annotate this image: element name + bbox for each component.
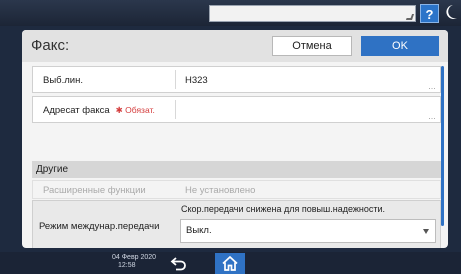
date-text: 04 Февр 2020 — [112, 254, 157, 261]
international-mode-select[interactable]: Выкл. — [180, 219, 436, 243]
ok-button[interactable]: OK — [361, 36, 439, 56]
moon-icon[interactable] — [444, 4, 458, 21]
line-select-value: H323 — [185, 75, 208, 86]
required-marker: ✱ Обязат. — [115, 105, 155, 115]
international-mode-selected: Выкл. — [186, 225, 212, 236]
back-icon[interactable] — [170, 255, 188, 271]
extended-functions-label: Расширенные функции — [43, 185, 146, 196]
chevron-down-icon — [423, 229, 429, 234]
fax-dialog: Факс: Отмена OK Выб.лин. H323 … Адресат … — [22, 30, 448, 248]
fax-destination-label-text: Адресат факса — [43, 105, 110, 116]
international-mode-label: Режим междунар.передачи — [39, 221, 160, 232]
top-status-bar: ? — [0, 0, 461, 26]
time-text: 12:58 — [118, 262, 136, 269]
home-icon — [222, 256, 238, 271]
line-select-label: Выб.лин. — [43, 75, 83, 86]
more-icon: … — [428, 82, 436, 91]
section-other: Другие — [32, 161, 441, 178]
fax-destination-row[interactable]: Адресат факса ✱ Обязат. … — [32, 96, 441, 123]
bottom-bar: 04 Февр 2020 12:58 — [0, 252, 461, 274]
scrollbar[interactable] — [441, 66, 444, 226]
dialog-title: Факс: — [31, 37, 70, 54]
cancel-button[interactable]: Отмена — [272, 36, 352, 56]
help-button[interactable]: ? — [420, 4, 439, 23]
home-button[interactable] — [215, 253, 245, 274]
divider — [175, 100, 176, 119]
fax-destination-label: Адресат факса ✱ Обязат. — [43, 105, 155, 116]
expand-icon — [405, 14, 415, 20]
extended-functions-row: Расширенные функции Не установлено — [32, 180, 441, 199]
status-message-field[interactable] — [209, 5, 416, 22]
dialog-header: Факс: Отмена OK — [22, 30, 448, 62]
extended-functions-value: Не установлено — [185, 185, 256, 196]
line-select-row[interactable]: Выб.лин. H323 … — [32, 66, 441, 93]
datetime: 04 Февр 2020 12:58 — [112, 254, 156, 270]
settings-list: Выб.лин. H323 … Адресат факса ✱ Обязат. …… — [32, 66, 441, 248]
more-icon: … — [428, 112, 436, 121]
divider — [175, 70, 176, 89]
international-mode-note: Скор.передачи снижена для повыш.надежнос… — [181, 204, 386, 214]
international-mode-row: Режим междунар.передачи Скор.передачи сн… — [32, 200, 441, 248]
